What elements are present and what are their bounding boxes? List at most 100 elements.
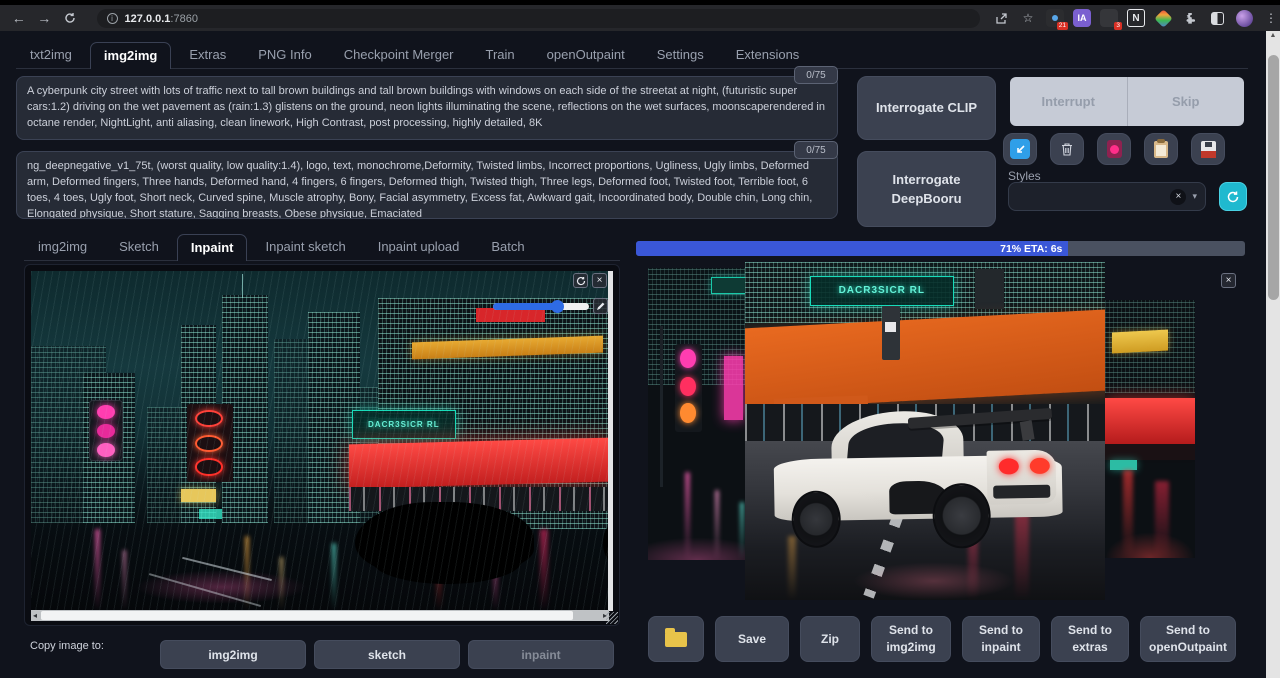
send-to-img2img-button[interactable]: Send to img2img <box>871 616 951 662</box>
extension-icon-1[interactable]: 21 <box>1046 9 1064 27</box>
open-folder-button[interactable] <box>648 616 704 662</box>
inpaint-canvas-panel: DACR3SICR RL <box>24 264 620 626</box>
extension-badge-1: 21 <box>1057 22 1068 30</box>
dark-mode-icon[interactable] <box>1208 9 1226 27</box>
extensions-puzzle-icon[interactable] <box>1181 9 1199 27</box>
clipboard-icon <box>1154 141 1168 158</box>
refresh-icon <box>1226 190 1240 204</box>
subtab-img2img[interactable]: img2img <box>24 233 101 260</box>
clear-canvas-button[interactable]: × <box>592 273 607 288</box>
tab-checkpoint-merger[interactable]: Checkpoint Merger <box>330 41 468 68</box>
interrogate-deepbooru-button[interactable]: Interrogate DeepBooru <box>857 151 996 227</box>
brush-size-slider[interactable] <box>493 303 589 310</box>
send-to-extras-button[interactable]: Send to extras <box>1051 616 1129 662</box>
subtab-inpaint[interactable]: Inpaint <box>177 234 248 261</box>
styles-clear-icon[interactable]: × <box>1170 189 1186 205</box>
site-info-icon[interactable]: i <box>107 13 118 24</box>
apply-style-button[interactable] <box>1144 133 1178 165</box>
tab-settings[interactable]: Settings <box>643 41 718 68</box>
browser-back-icon[interactable]: ← <box>6 8 32 28</box>
browser-toolbar: ← → i 127.0.0.1:7860 ☆ 21 IA 3 N <box>0 5 1280 31</box>
url-host: 127.0.0.1 <box>125 13 171 25</box>
send-to-inpaint-button[interactable]: Send to inpaint <box>962 616 1040 662</box>
prompt-tool-buttons <box>1003 133 1225 165</box>
tab-png-info[interactable]: PNG Info <box>244 41 325 68</box>
extension-diamond-icon[interactable] <box>1154 9 1172 27</box>
copy-to-img2img-button[interactable]: img2img <box>160 640 306 669</box>
output-gallery: DACR3SICR RL <box>636 258 1245 612</box>
canvas-vertical-scrollbar[interactable] <box>608 271 613 611</box>
url-bar[interactable]: i 127.0.0.1:7860 <box>97 9 980 28</box>
interrupt-skip-group: Interrupt Skip <box>1010 77 1244 126</box>
app-root: ← → i 127.0.0.1:7860 ☆ 21 IA 3 N <box>0 0 1280 678</box>
output-image-preview[interactable]: DACR3SICR RL <box>745 262 1105 600</box>
floppy-icon <box>1201 141 1216 158</box>
tab-extras[interactable]: Extras <box>175 41 240 68</box>
gallery-actions: Save Zip Send to img2img Send to inpaint… <box>648 616 1242 662</box>
tab-txt2img[interactable]: txt2img <box>16 41 86 68</box>
trash-icon <box>1060 142 1074 157</box>
resize-grip[interactable] <box>606 612 618 624</box>
save-style-button[interactable] <box>1191 133 1225 165</box>
skip-button[interactable]: Skip <box>1128 77 1245 126</box>
extension-ia-icon[interactable]: IA <box>1073 9 1091 27</box>
paste-params-button[interactable] <box>1003 133 1037 165</box>
page-scrollbar[interactable]: ▲ <box>1266 31 1280 678</box>
refresh-styles-button[interactable] <box>1219 182 1247 211</box>
extension-icon-2[interactable]: 3 <box>1100 9 1118 27</box>
negative-prompt-input[interactable]: ng_deepnegative_v1_75t, (worst quality, … <box>16 151 838 219</box>
bookmark-star-icon[interactable]: ☆ <box>1019 9 1037 27</box>
output-image-right-edge <box>1105 300 1195 558</box>
browser-reload-icon[interactable] <box>57 8 83 28</box>
extra-networks-button[interactable] <box>1097 133 1131 165</box>
url-port: :7860 <box>170 13 198 25</box>
progress-label: 71% ETA: 6s <box>1000 243 1062 255</box>
undo-button[interactable] <box>573 273 588 288</box>
brush-adjust-button[interactable] <box>593 298 608 314</box>
tab-train[interactable]: Train <box>472 41 529 68</box>
subtab-sketch[interactable]: Sketch <box>105 233 173 260</box>
chevron-down-icon: ▾ <box>1192 191 1197 202</box>
scroll-left-icon[interactable]: ◂ <box>33 611 37 620</box>
profile-avatar[interactable] <box>1235 9 1253 27</box>
slider-handle[interactable] <box>551 300 564 313</box>
white-supercar <box>773 408 1063 548</box>
browser-menu-icon[interactable]: ⋮ <box>1262 9 1280 27</box>
prompt-input[interactable]: A cyberpunk city street with lots of tra… <box>16 76 838 140</box>
copy-to-inpaint-button[interactable]: inpaint <box>468 640 614 669</box>
main-tabs: txt2img img2img Extras PNG Info Checkpoi… <box>16 44 1248 69</box>
zip-button[interactable]: Zip <box>800 616 860 662</box>
share-icon[interactable] <box>992 9 1010 27</box>
page-scrollbar-thumb[interactable] <box>1268 55 1279 300</box>
interrupt-button[interactable]: Interrupt <box>1010 77 1128 126</box>
interrogate-clip-button[interactable]: Interrogate CLIP <box>857 76 996 140</box>
subtab-inpaint-upload[interactable]: Inpaint upload <box>364 233 474 260</box>
clear-prompt-button[interactable] <box>1050 133 1084 165</box>
copy-image-to-label: Copy image to: <box>30 640 104 652</box>
progress-fill: 71% ETA: 6s <box>636 241 1068 256</box>
copy-to-sketch-button[interactable]: sketch <box>314 640 460 669</box>
subtab-batch[interactable]: Batch <box>477 233 538 260</box>
send-to-openoutpaint-button[interactable]: Send to openOutpaint <box>1140 616 1236 662</box>
img2img-subtabs: img2img Sketch Inpaint Inpaint sketch In… <box>24 236 620 261</box>
inpaint-source-image[interactable]: DACR3SICR RL <box>31 271 609 611</box>
paste-arrow-icon <box>1010 139 1030 159</box>
tab-img2img[interactable]: img2img <box>90 42 171 69</box>
extension-badge-2: 3 <box>1114 22 1122 30</box>
preview-neon-sign: DACR3SICR RL <box>810 276 954 306</box>
pencil-icon <box>596 302 605 311</box>
canvas-hscroll-thumb[interactable] <box>41 611 573 620</box>
subtab-inpaint-sketch[interactable]: Inpaint sketch <box>251 233 359 260</box>
folder-icon <box>665 632 687 647</box>
close-gallery-button[interactable]: × <box>1221 273 1236 288</box>
tab-openoutpaint[interactable]: openOutpaint <box>533 41 639 68</box>
styles-dropdown[interactable]: × ▾ <box>1008 182 1206 211</box>
card-icon <box>1107 140 1122 158</box>
browser-forward-icon[interactable]: → <box>32 8 58 28</box>
scroll-up-arrow[interactable]: ▲ <box>1266 32 1280 39</box>
preview-orange-banner <box>745 310 1105 411</box>
canvas-horizontal-scrollbar[interactable]: ◂ ▸ <box>31 610 609 621</box>
extension-n-icon[interactable]: N <box>1127 9 1145 27</box>
save-button[interactable]: Save <box>715 616 789 662</box>
tab-extensions[interactable]: Extensions <box>722 41 814 68</box>
